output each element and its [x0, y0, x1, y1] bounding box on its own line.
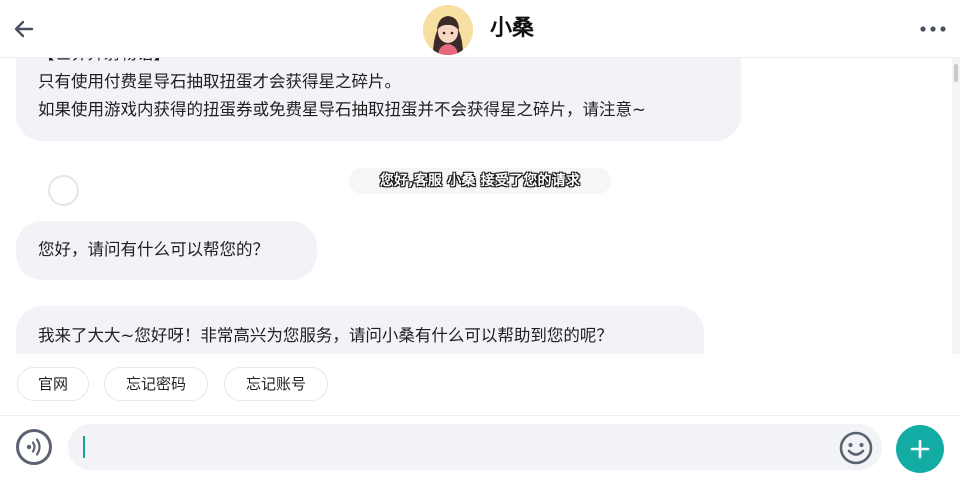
text-caret	[83, 436, 85, 458]
voice-button[interactable]	[16, 429, 52, 465]
system-notice: 您好,客服 小桑 接受了您的请求	[349, 168, 611, 194]
agent-message: 【世界异射物语】 只有使用付费星导石抽取扭蛋才会获得星之碎片。 如果使用游戏内获…	[16, 58, 741, 141]
chat-scrollbar[interactable]	[952, 58, 960, 354]
agent-avatar	[423, 5, 473, 55]
loading-ring-icon	[48, 175, 79, 206]
back-button[interactable]	[10, 15, 38, 43]
quick-reply-official-site[interactable]: 官网	[17, 367, 89, 401]
emoji-icon	[839, 431, 873, 465]
quick-reply-forgot-account[interactable]: 忘记账号	[224, 367, 328, 401]
scrollbar-thumb[interactable]	[954, 64, 958, 82]
more-horizontal-icon	[920, 26, 946, 32]
add-button[interactable]	[896, 425, 944, 473]
message-line: 如果使用游戏内获得的扭蛋券或免费星导石抽取扭蛋并不会获得星之碎片，请注意~	[38, 100, 646, 119]
message-input[interactable]	[68, 424, 882, 470]
chat-header: 小桑	[0, 0, 960, 58]
agent-message: 我来了大大~您好呀！非常高兴为您服务，请问小桑有什么可以帮助到您的呢？	[16, 306, 704, 354]
chat-messages[interactable]: 【世界异射物语】 只有使用付费星导石抽取扭蛋才会获得星之碎片。 如果使用游戏内获…	[0, 58, 960, 354]
emoji-button[interactable]	[838, 430, 874, 466]
message-line: 【世界异射物语】	[38, 58, 741, 68]
page-title: 小桑	[490, 16, 535, 41]
agent-message: 您好，请问有什么可以帮您的？	[16, 221, 317, 280]
input-bar	[0, 416, 960, 480]
voice-icon	[26, 438, 41, 456]
plus-icon	[910, 439, 930, 459]
quick-replies: 官网 忘记密码 忘记账号	[0, 354, 960, 416]
message-line: 只有使用付费星导石抽取扭蛋才会获得星之碎片。	[38, 72, 401, 91]
quick-reply-forgot-password[interactable]: 忘记密码	[104, 367, 208, 401]
more-button[interactable]	[916, 14, 950, 44]
arrow-left-icon	[14, 20, 34, 38]
